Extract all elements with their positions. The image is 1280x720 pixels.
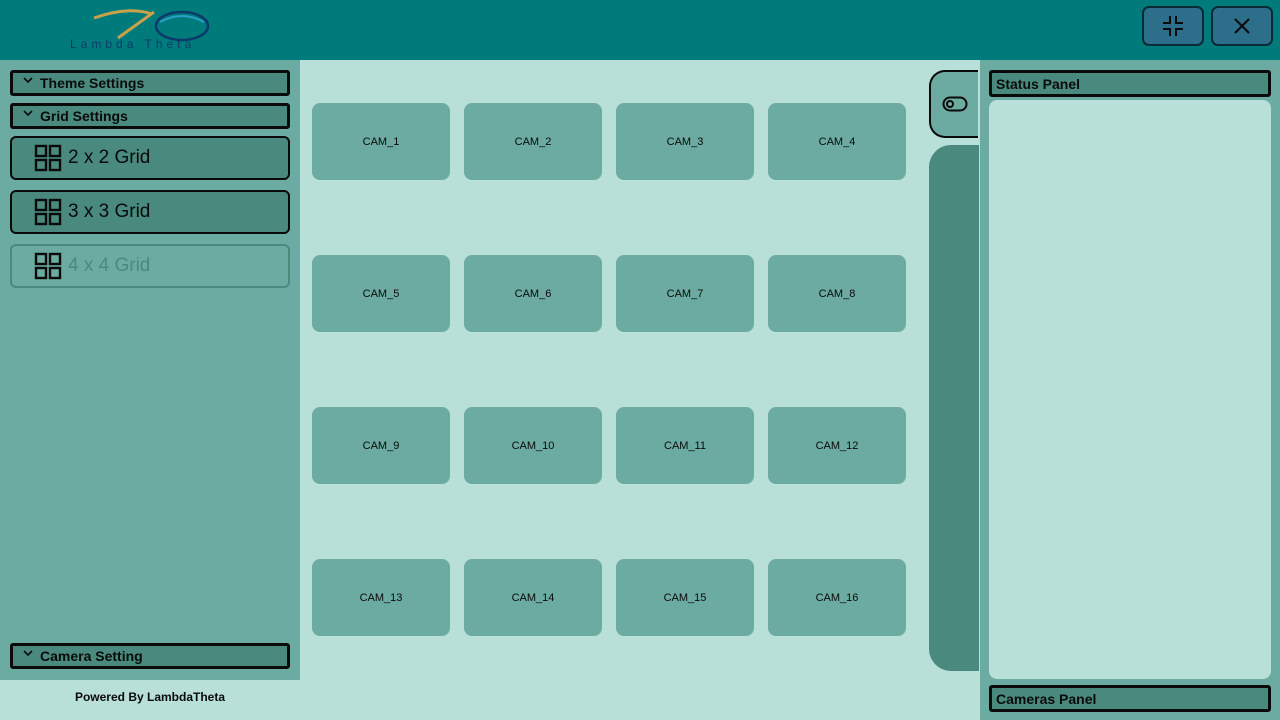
grid-settings-header[interactable]: Grid Settings — [10, 103, 290, 129]
cameras-panel-header[interactable]: Cameras Panel — [989, 685, 1271, 712]
grid-icon — [34, 252, 62, 280]
status-panel-header[interactable]: Status Panel — [989, 70, 1271, 97]
grid-icon — [34, 198, 62, 226]
camera-tile[interactable]: CAM_3 — [616, 103, 754, 180]
powered-by-footer: Powered By LambdaTheta — [74, 690, 226, 704]
side-strip — [929, 145, 979, 671]
close-button[interactable] — [1211, 6, 1273, 46]
camera-tile[interactable]: CAM_7 — [616, 255, 754, 332]
theme-settings-header[interactable]: Theme Settings — [10, 70, 290, 96]
camera-tile[interactable]: CAM_9 — [312, 407, 450, 484]
status-panel-content — [989, 100, 1271, 679]
chevron-down-icon — [23, 110, 33, 117]
chevron-down-icon — [23, 650, 33, 657]
grid-icon — [34, 144, 62, 172]
camera-tile[interactable]: CAM_4 — [768, 103, 906, 180]
camera-tile[interactable]: CAM_14 — [464, 559, 602, 636]
grid-settings-label: Grid Settings — [40, 108, 128, 124]
chevron-down-icon — [23, 77, 33, 84]
compress-icon — [1163, 16, 1183, 36]
camera-tile[interactable]: CAM_5 — [312, 255, 450, 332]
camera-tile[interactable]: CAM_2 — [464, 103, 602, 180]
grid-option-label: 2 x 2 Grid — [68, 147, 151, 168]
grid-option-label: 3 x 3 Grid — [68, 201, 151, 222]
camera-tile[interactable]: CAM_8 — [768, 255, 906, 332]
app-header: Lambda Theta — [0, 0, 1280, 60]
camera-tile[interactable]: CAM_13 — [312, 559, 450, 636]
grid-3x3-button[interactable]: 3 x 3 Grid — [10, 190, 290, 234]
camera-setting-header[interactable]: Camera Setting — [10, 643, 290, 669]
panel-toggle-button[interactable] — [929, 70, 978, 138]
camera-tile[interactable]: CAM_15 — [616, 559, 754, 636]
grid-4x4-button[interactable]: 4 x 4 Grid — [10, 244, 290, 288]
toggle-icon — [942, 96, 967, 112]
grid-option-label: 4 x 4 Grid — [68, 255, 151, 276]
theme-settings-label: Theme Settings — [40, 75, 145, 91]
camera-tile[interactable]: CAM_11 — [616, 407, 754, 484]
grid-2x2-button[interactable]: 2 x 2 Grid — [10, 136, 290, 180]
camera-tile[interactable]: CAM_16 — [768, 559, 906, 636]
camera-tile[interactable]: CAM_12 — [768, 407, 906, 484]
camera-tile[interactable]: CAM_6 — [464, 255, 602, 332]
close-icon — [1234, 18, 1250, 34]
camera-setting-label: Camera Setting — [40, 648, 143, 664]
logo-text: Lambda Theta — [70, 37, 196, 51]
camera-tile[interactable]: CAM_1 — [312, 103, 450, 180]
camera-tile[interactable]: CAM_10 — [464, 407, 602, 484]
minimize-button[interactable] — [1142, 6, 1204, 46]
